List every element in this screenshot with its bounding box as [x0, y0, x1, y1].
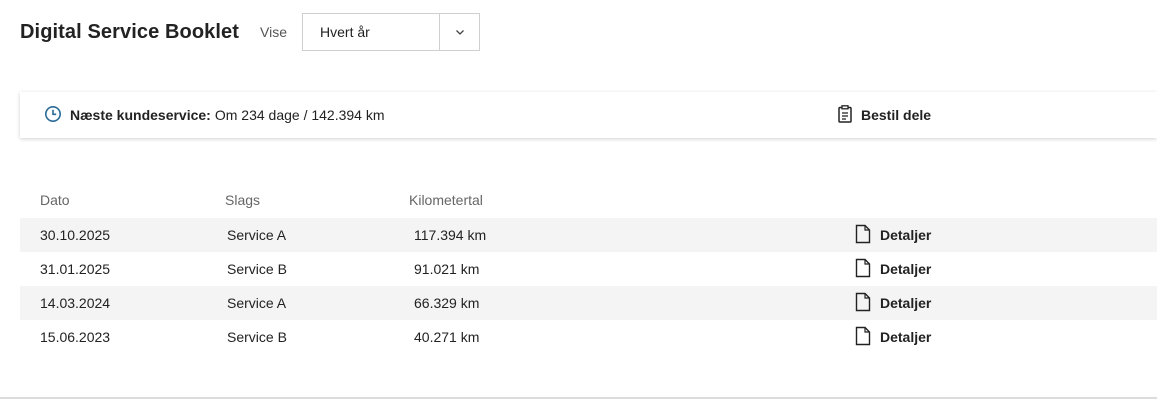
details-link[interactable]: Detaljer — [855, 326, 931, 349]
row-date: 14.03.2024 — [40, 295, 111, 311]
row-type: Service B — [227, 329, 287, 345]
details-label: Detaljer — [880, 227, 932, 243]
view-label: Vise — [260, 24, 288, 40]
table-header: Dato Slags Kilometertal — [20, 182, 1157, 218]
details-link[interactable]: Detaljer — [855, 258, 931, 281]
details-label: Detaljer — [880, 295, 932, 311]
row-mileage: 66.329 km — [414, 295, 480, 311]
table-row: 15.06.2023 Service B 40.271 km Detaljer — [20, 320, 1157, 354]
row-date: 31.01.2025 — [40, 261, 111, 277]
next-service-label: Næste kundeservice: — [70, 107, 211, 123]
chevron-down-icon[interactable] — [439, 14, 479, 50]
table-row: 30.10.2025 Service A 117.394 km Detaljer — [20, 218, 1157, 252]
column-header-date: Dato — [40, 192, 70, 208]
document-icon — [855, 292, 871, 315]
document-icon — [855, 258, 871, 281]
row-date: 15.06.2023 — [40, 329, 111, 345]
row-mileage: 91.021 km — [414, 261, 480, 277]
order-parts-label: Bestil dele — [861, 107, 932, 123]
row-type: Service A — [227, 227, 287, 243]
row-date: 30.10.2025 — [40, 227, 111, 243]
table-row: 14.03.2024 Service A 66.329 km Detaljer — [20, 286, 1157, 320]
details-label: Detaljer — [880, 261, 932, 277]
table-row: 31.01.2025 Service B 91.021 km Detaljer — [20, 252, 1157, 286]
next-service-bar: Næste kundeservice: Om 234 dage / 142.39… — [20, 92, 1157, 138]
view-select-value: Hvert år — [320, 24, 370, 40]
row-type: Service B — [227, 261, 287, 277]
view-select[interactable]: Hvert år — [302, 13, 481, 51]
row-type: Service A — [227, 295, 287, 311]
page-header: Digital Service Booklet Vise Hvert år — [20, 12, 481, 52]
column-header-mileage: Kilometertal — [409, 192, 483, 208]
row-mileage: 40.271 km — [414, 329, 480, 345]
order-parts-button[interactable]: Bestil dele — [838, 104, 932, 126]
next-service-value: Om 234 dage / 142.394 km — [214, 107, 385, 123]
details-label: Detaljer — [880, 329, 932, 345]
row-mileage: 117.394 km — [414, 227, 487, 243]
parts-list-icon — [838, 104, 852, 126]
service-history-table: Dato Slags Kilometertal 30.10.2025 Servi… — [20, 182, 1157, 354]
bottom-divider — [0, 397, 1157, 399]
details-link[interactable]: Detaljer — [855, 224, 931, 247]
document-icon — [855, 326, 871, 349]
page-title: Digital Service Booklet — [20, 20, 240, 43]
clock-icon — [44, 105, 62, 126]
column-header-type: Slags — [225, 192, 261, 208]
details-link[interactable]: Detaljer — [855, 292, 931, 315]
next-service-info: Næste kundeservice: Om 234 dage / 142.39… — [44, 105, 385, 126]
document-icon — [855, 224, 871, 247]
